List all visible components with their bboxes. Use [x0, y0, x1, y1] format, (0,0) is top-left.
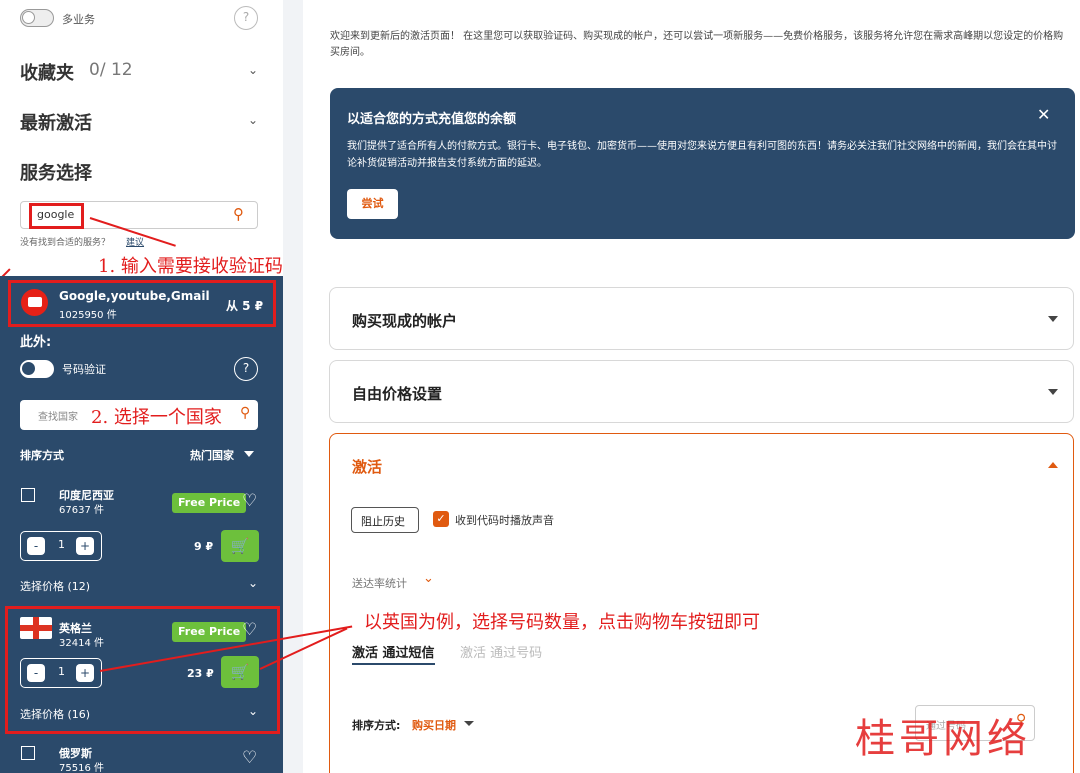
- latest-activations-label[interactable]: 最新激活: [20, 109, 92, 135]
- section-title[interactable]: 激活: [352, 456, 382, 477]
- order-sort-select[interactable]: 购买日期: [412, 717, 456, 733]
- country-search-placeholder: 查找国家: [38, 412, 78, 423]
- sort-select[interactable]: 热门国家: [190, 447, 234, 463]
- sort-label: 排序方式: [20, 449, 64, 462]
- search-icon[interactable]: ⚲: [240, 405, 250, 421]
- favorites-label[interactable]: 收藏夹: [20, 59, 74, 85]
- caret-down-icon[interactable]: [464, 721, 474, 726]
- also-label: 此外:: [20, 335, 52, 350]
- buy-accounts-section[interactable]: 购买现成的帐户: [329, 287, 1074, 350]
- history-button-label: 阻止历史: [361, 515, 405, 528]
- annotation-box: [8, 280, 276, 327]
- search-icon[interactable]: ⚲: [233, 205, 244, 223]
- free-price-badge[interactable]: Free Price: [172, 493, 247, 513]
- help-icon[interactable]: ?: [234, 6, 258, 30]
- favorite-checkbox[interactable]: [21, 746, 35, 760]
- chevron-down-icon[interactable]: ⌄: [248, 576, 258, 590]
- promo-body: 我们提供了适合所有人的付款方式。银行卡、电子钱包、加密货币——使用对您来说方便且…: [347, 141, 1057, 169]
- country-count: 75516 件: [59, 763, 104, 773]
- chevron-down-icon[interactable]: ⌄: [423, 571, 434, 586]
- favorite-checkbox[interactable]: [21, 488, 35, 502]
- cart-button[interactable]: 🛒: [221, 530, 259, 562]
- annotation-step3: 以英国为例，选择号码数量，点击购物车按钮即可: [364, 612, 760, 633]
- watermark: 桂哥网络: [855, 716, 1031, 762]
- free-price-section[interactable]: 自由价格设置: [329, 360, 1074, 423]
- section-title: 购买现成的帐户: [352, 312, 458, 330]
- close-icon[interactable]: ✕: [1037, 105, 1050, 124]
- number-verify-label: 号码验证: [62, 363, 106, 376]
- promo-title: 以适合您的方式充值您的余额: [347, 112, 517, 127]
- sound-checkbox[interactable]: ✓: [433, 511, 449, 527]
- country-count: 67637 件: [59, 505, 104, 516]
- increment-button[interactable]: +: [76, 537, 94, 555]
- chevron-down-icon[interactable]: ⌄: [248, 113, 258, 127]
- chevron-down-icon[interactable]: ⌄: [248, 63, 258, 77]
- caret-up-icon[interactable]: [1048, 462, 1058, 468]
- sound-checkbox-label: 收到代码时播放声音: [455, 514, 554, 527]
- history-button[interactable]: 阻止历史: [351, 507, 419, 533]
- caret-down-icon[interactable]: [1048, 389, 1058, 395]
- tab-sms[interactable]: 激活 通过短信: [352, 642, 435, 665]
- number-verify-toggle[interactable]: [20, 360, 54, 378]
- not-found-text: 没有找到合适的服务？: [20, 238, 111, 248]
- annotation-box: [5, 606, 280, 734]
- help-icon[interactable]: ?: [234, 357, 258, 381]
- multi-service-toggle[interactable]: [20, 9, 54, 27]
- service-select-label: 服务选择: [20, 163, 92, 184]
- caret-down-icon[interactable]: [1048, 316, 1058, 322]
- annotation-step2: 2. 选择一个国家: [91, 407, 222, 428]
- try-button[interactable]: 尝试: [347, 189, 398, 219]
- country-price: 9 ₽: [194, 540, 214, 553]
- annotation-box: [29, 203, 84, 229]
- quantity-value: 1: [58, 538, 65, 551]
- favorites-count: 0/ 12: [89, 60, 133, 80]
- caret-down-icon[interactable]: [244, 451, 254, 457]
- delivery-stats-label[interactable]: 送达率统计: [352, 575, 407, 591]
- choose-price-label[interactable]: 选择价格 (12): [20, 578, 90, 594]
- suggest-link[interactable]: 建议: [126, 235, 144, 248]
- quantity-stepper[interactable]: - 1 +: [20, 531, 102, 561]
- multi-service-label: 多业务: [62, 13, 95, 26]
- intro-text: 欢迎来到更新后的激活页面！ 在这里您可以获取验证码、购买现成的帐户，还可以尝试一…: [330, 31, 1064, 58]
- section-title: 自由价格设置: [352, 385, 443, 403]
- tab-number[interactable]: 激活 通过号码: [460, 642, 542, 661]
- decrement-button[interactable]: -: [27, 537, 45, 555]
- heart-icon[interactable]: ♡: [242, 491, 257, 511]
- heart-icon[interactable]: ♡: [242, 748, 257, 768]
- order-sort-label: 排序方式:: [352, 719, 401, 732]
